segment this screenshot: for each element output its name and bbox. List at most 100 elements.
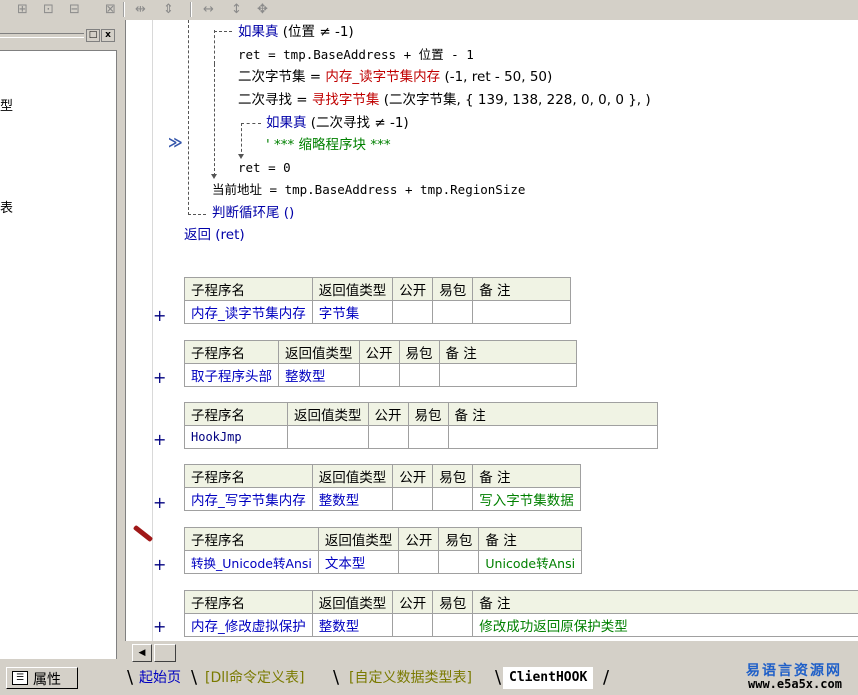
col-public: 公开 xyxy=(392,590,434,614)
same-width-icon[interactable]: ⇹ xyxy=(132,1,149,18)
sub-note[interactable] xyxy=(472,300,572,324)
property-tab[interactable]: ☰ 属性 xyxy=(6,667,78,689)
panel-grip[interactable] xyxy=(0,33,84,38)
tab-dll-commands[interactable]: [Dll命令定义表] xyxy=(199,667,310,689)
sub-name[interactable]: 内存_修改虚拟保护 xyxy=(184,613,313,637)
expand-sub-button[interactable]: + xyxy=(153,493,166,512)
col-rettype: 返回值类型 xyxy=(317,527,400,551)
code-line[interactable]: 当前地址 = tmp.BaseAddress + tmp.RegionSize xyxy=(212,181,525,199)
sub-public[interactable] xyxy=(392,300,434,324)
col-note: 备 注 xyxy=(472,464,581,488)
sub-type[interactable]: 整数型 xyxy=(311,613,394,637)
v-space-icon[interactable]: ↕ xyxy=(228,1,245,18)
flow-line xyxy=(188,214,206,215)
subroutine-table: 子程序名 返回值类型 公开 易包备 注 HookJmp xyxy=(184,402,658,449)
code-text: (位置 ≠ -1) xyxy=(278,24,354,40)
sub-type[interactable]: 文本型 xyxy=(317,550,400,574)
expand-sub-button[interactable]: + xyxy=(153,430,166,449)
tab-custom-types[interactable]: [自定义数据类型表] xyxy=(343,667,478,689)
sub-type[interactable] xyxy=(287,425,369,449)
code-line[interactable]: 返回 (ret) xyxy=(184,226,245,244)
scroll-thumb[interactable] xyxy=(154,644,176,662)
sub-name[interactable]: 内存_读字节集内存 xyxy=(184,300,313,324)
sub-easy[interactable] xyxy=(407,425,449,449)
sub-note[interactable]: 修改成功返回原保护类型 xyxy=(472,613,858,637)
sub-note[interactable]: Unicode转Ansi xyxy=(478,550,583,574)
col-rettype: 返回值类型 xyxy=(311,277,394,301)
sub-note[interactable] xyxy=(438,363,577,387)
code-text: (-1, ret - 50, 50) xyxy=(440,69,553,85)
edit-pencil-icon xyxy=(132,524,154,543)
code-line[interactable]: ret = tmp.BaseAddress + 位置 - 1 xyxy=(238,46,474,64)
restore-icon[interactable]: □ xyxy=(86,29,100,42)
tab-edge: \ xyxy=(495,667,502,688)
sub-public[interactable] xyxy=(392,487,434,511)
tab-edge: \ xyxy=(191,667,198,688)
sub-type[interactable]: 字节集 xyxy=(311,300,394,324)
panel-list[interactable]: 型 表 xyxy=(0,50,117,659)
col-rettype: 返回值类型 xyxy=(311,590,394,614)
sub-name[interactable]: HookJmp xyxy=(184,425,288,449)
close-icon[interactable]: x xyxy=(101,29,115,42)
same-height-icon[interactable]: ⇕ xyxy=(160,1,177,18)
sub-note[interactable]: 写入字节集数据 xyxy=(472,487,581,511)
sub-name[interactable]: 取子程序头部 xyxy=(184,363,279,387)
subroutine-table: 子程序名 返回值类型 公开 易包备 注 内存_写字节集内存 整数型 写入字节集数据 xyxy=(184,464,581,511)
flow-line xyxy=(241,123,242,157)
sub-easy[interactable] xyxy=(432,613,474,637)
expand-sub-button[interactable]: + xyxy=(153,617,166,636)
flow-line xyxy=(214,64,215,176)
code-line[interactable]: ret = 0 xyxy=(238,159,291,177)
align-center-icon[interactable]: ⊡ xyxy=(40,1,57,18)
code-line[interactable]: 如果真 (二次寻找 ≠ -1) xyxy=(266,114,409,132)
col-public: 公开 xyxy=(392,464,434,488)
sub-public[interactable] xyxy=(392,613,434,637)
sub-type[interactable]: 整数型 xyxy=(311,487,394,511)
col-easy: 易包 xyxy=(432,590,474,614)
col-note: 备 注 xyxy=(472,277,572,301)
code-line[interactable]: 二次字节集 = 内存_读字节集内存 (-1, ret - 50, 50) xyxy=(238,68,552,86)
collapsed-block-comment[interactable]: ' *** 缩略程序块 *** xyxy=(266,136,391,154)
code-line[interactable]: 二次寻找 = 寻找字节集 (二次字节集, { 139, 138, 228, 0,… xyxy=(238,91,651,109)
list-item-fragment: 型 xyxy=(0,99,14,114)
code-line[interactable]: 判断循环尾 () xyxy=(212,204,294,222)
sub-public[interactable] xyxy=(398,550,440,574)
align-left-icon[interactable]: ⊞ xyxy=(14,1,31,18)
code-editor[interactable]: ≫ 如果真 (位置 ≠ -1) ret = tmp.BaseAddress + … xyxy=(125,20,858,641)
expand-sub-button[interactable]: + xyxy=(153,306,166,325)
col-name: 子程序名 xyxy=(184,277,313,301)
sub-easy[interactable] xyxy=(432,300,474,324)
sub-easy[interactable] xyxy=(432,487,474,511)
code-text: (二次字节集, { 139, 138, 228, 0, 0, 0 }, ) xyxy=(379,92,651,108)
sub-name[interactable]: 转换_Unicode转Ansi xyxy=(184,550,319,574)
function-name: 内存_读字节集内存 xyxy=(325,69,441,85)
alignment-toolbar: ⊞ ⊡ ⊟ ⊠ ⇹ ⇕ ↔ ↕ ✥ xyxy=(0,0,858,20)
sub-public[interactable] xyxy=(367,425,409,449)
sub-public[interactable] xyxy=(358,363,400,387)
expand-sub-button[interactable]: + xyxy=(153,555,166,574)
expand-sub-button[interactable]: + xyxy=(153,368,166,387)
center-icon[interactable]: ✥ xyxy=(254,1,271,18)
sub-note[interactable] xyxy=(447,425,658,449)
sub-type[interactable]: 整数型 xyxy=(278,363,360,387)
align-top-icon[interactable]: ⊟ xyxy=(66,1,83,18)
col-name: 子程序名 xyxy=(184,590,313,614)
scroll-left-icon[interactable]: ◀ xyxy=(132,644,152,662)
sub-easy[interactable] xyxy=(438,550,480,574)
sub-easy[interactable] xyxy=(398,363,440,387)
tab-start-page[interactable]: 起始页 xyxy=(133,667,187,689)
col-public: 公开 xyxy=(398,527,440,551)
col-name: 子程序名 xyxy=(184,527,319,551)
col-easy: 易包 xyxy=(432,277,474,301)
sub-name[interactable]: 内存_写字节集内存 xyxy=(184,487,313,511)
flow-line xyxy=(214,30,215,64)
h-space-icon[interactable]: ↔ xyxy=(200,1,217,18)
function-name: 寻找字节集 xyxy=(311,92,380,108)
subroutine-table: 子程序名 返回值类型 公开 易包备 注 转换_Unicode转Ansi 文本型 Unico… xyxy=(184,527,583,574)
col-rettype: 返回值类型 xyxy=(311,464,394,488)
code-line[interactable]: 如果真 (位置 ≠ -1) xyxy=(238,23,354,41)
toolbar-separator xyxy=(190,2,192,17)
flow-arrow-icon xyxy=(211,174,217,179)
tab-clienthook[interactable]: ClientHOOK xyxy=(503,667,594,689)
align-middle-icon[interactable]: ⊠ xyxy=(102,1,119,18)
